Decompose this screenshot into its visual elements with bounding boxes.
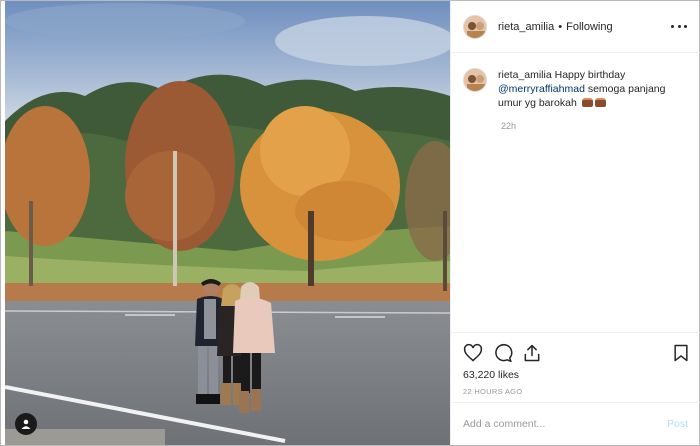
add-comment-bar: Post <box>451 402 700 445</box>
post-comment-button[interactable]: Post <box>667 418 688 430</box>
post-header: rieta_amilia • Following <box>451 1 700 53</box>
comment-bubble-icon[interactable] <box>493 343 513 363</box>
header-separator: • <box>558 20 563 33</box>
likes-count[interactable]: 63,220 likes <box>463 369 519 381</box>
caption-text: rieta_amilia Happy birthday @merryraffia… <box>498 68 683 110</box>
follow-status-button[interactable]: Following <box>566 21 612 33</box>
comments-section: rieta_amilia Happy birthday @merryraffia… <box>451 54 700 332</box>
cake-emoji-icon <box>581 98 593 107</box>
caption-avatar[interactable] <box>463 68 487 92</box>
post-details-panel: rieta_amilia • Following rieta_amilia Ha… <box>450 1 700 445</box>
heart-icon[interactable] <box>463 343 483 363</box>
caption-text-before: Happy birthday <box>554 69 626 81</box>
caption-time[interactable]: 22h <box>501 121 516 131</box>
photo-scene <box>5 1 450 445</box>
author-avatar[interactable] <box>463 14 487 39</box>
caption-username[interactable]: rieta_amilia <box>498 69 552 81</box>
caption-row: rieta_amilia Happy birthday @merryraffia… <box>463 68 683 110</box>
blank-comments-area <box>463 144 691 324</box>
user-tag-icon[interactable] <box>15 413 37 435</box>
author-username[interactable]: rieta_amilia <box>498 21 554 33</box>
comment-input[interactable] <box>463 418 667 430</box>
cake-emoji-icon <box>594 98 606 107</box>
post-photo[interactable] <box>5 1 450 445</box>
more-options-icon[interactable] <box>671 19 687 33</box>
post-timestamp[interactable]: 22 HOURS AGO <box>463 387 522 396</box>
share-icon[interactable] <box>522 343 542 363</box>
instagram-post-modal: rieta_amilia • Following rieta_amilia Ha… <box>0 0 700 446</box>
header-text: rieta_amilia • Following <box>498 21 613 33</box>
caption-mention-link[interactable]: @merryraffiahmad <box>498 83 585 95</box>
bookmark-icon[interactable] <box>671 343 691 363</box>
